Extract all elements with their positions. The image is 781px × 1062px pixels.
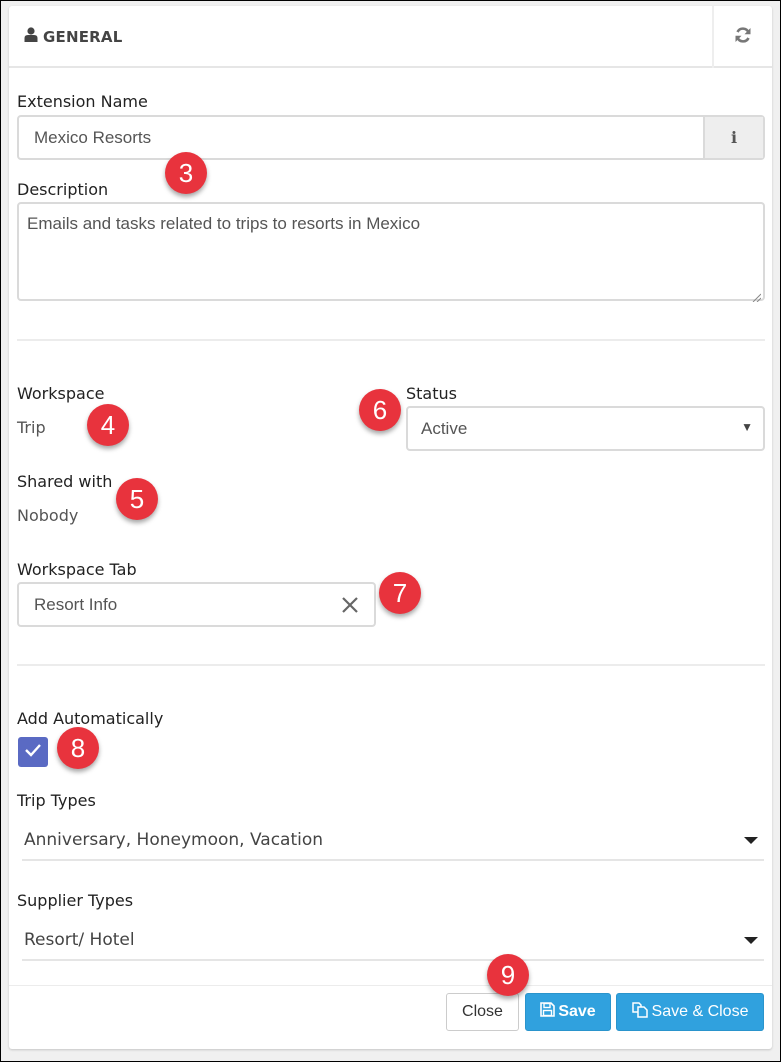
save-button-label: Save: [558, 1003, 596, 1020]
user-icon: [24, 27, 38, 46]
close-button[interactable]: Close: [446, 993, 519, 1031]
extension-name-field[interactable]: Mexico Resorts i: [17, 115, 765, 160]
description-label: Description: [17, 180, 109, 199]
supplier-types-label: Supplier Types: [17, 891, 134, 910]
checkmark-icon: [24, 743, 42, 762]
supplier-types-value: Resort/ Hotel: [24, 930, 135, 950]
panel-header: GENERAL: [9, 6, 772, 68]
annotation-badge: 9: [487, 954, 529, 996]
close-button-label: Close: [462, 1003, 503, 1020]
annotation-badge: 3: [165, 152, 207, 194]
section-divider: [17, 339, 765, 341]
save-and-close-label: Save & Close: [651, 1003, 749, 1020]
description-value: Emails and tasks related to trips to res…: [27, 214, 421, 233]
annotation-badge: 6: [359, 389, 401, 431]
extension-name-value: Mexico Resorts: [34, 127, 152, 147]
workspace-tab-label: Workspace Tab: [17, 560, 137, 579]
refresh-button[interactable]: [714, 6, 772, 68]
trip-types-value: Anniversary, Honeymoon, Vacation: [24, 830, 324, 850]
shared-with-value: Nobody: [17, 506, 79, 525]
workspace-tab-value: Resort Info: [34, 594, 118, 614]
extension-info-button[interactable]: i: [703, 117, 763, 158]
window-frame: GENERAL Extension Name Mexico Resorts i: [1, 1, 780, 1061]
annotation-badge: 8: [57, 727, 99, 769]
resize-handle-icon[interactable]: [751, 287, 762, 303]
add-automatically-label: Add Automatically: [17, 709, 164, 728]
save-button[interactable]: Save: [525, 993, 611, 1031]
panel-title: GENERAL: [24, 27, 122, 46]
section-divider: [17, 664, 765, 666]
general-panel: GENERAL Extension Name Mexico Resorts i: [9, 6, 772, 1049]
annotation-badge: 4: [87, 404, 129, 446]
extension-name-label: Extension Name: [17, 92, 148, 111]
dropdown-arrow-icon: ▼: [741, 420, 753, 434]
trip-types-select[interactable]: Anniversary, Honeymoon, Vacation: [22, 821, 764, 861]
supplier-types-select[interactable]: Resort/ Hotel: [22, 921, 764, 961]
workspace-value: Trip: [17, 418, 46, 437]
workspace-tab-field[interactable]: Resort Info: [17, 582, 376, 627]
save-icon: [540, 1002, 556, 1022]
copy-icon: [631, 1001, 649, 1023]
add-automatically-checkbox[interactable]: [18, 737, 48, 767]
description-textarea[interactable]: Emails and tasks related to trips to res…: [17, 202, 765, 303]
panel-title-text: GENERAL: [43, 27, 123, 46]
annotation-badge: 5: [116, 478, 158, 520]
workspace-label: Workspace: [17, 384, 105, 403]
status-label: Status: [406, 384, 457, 403]
save-and-close-button[interactable]: Save & Close: [616, 993, 764, 1031]
shared-with-label: Shared with: [17, 472, 113, 491]
status-selected-value: Active: [421, 418, 468, 438]
trip-types-label: Trip Types: [17, 791, 96, 810]
close-icon[interactable]: [341, 596, 359, 619]
status-select[interactable]: Active ▼: [406, 406, 765, 451]
refresh-icon: [734, 26, 752, 49]
info-icon: i: [730, 128, 738, 147]
annotation-badge: 7: [379, 572, 421, 614]
caret-down-icon: [744, 837, 758, 844]
caret-down-icon: [744, 937, 758, 944]
